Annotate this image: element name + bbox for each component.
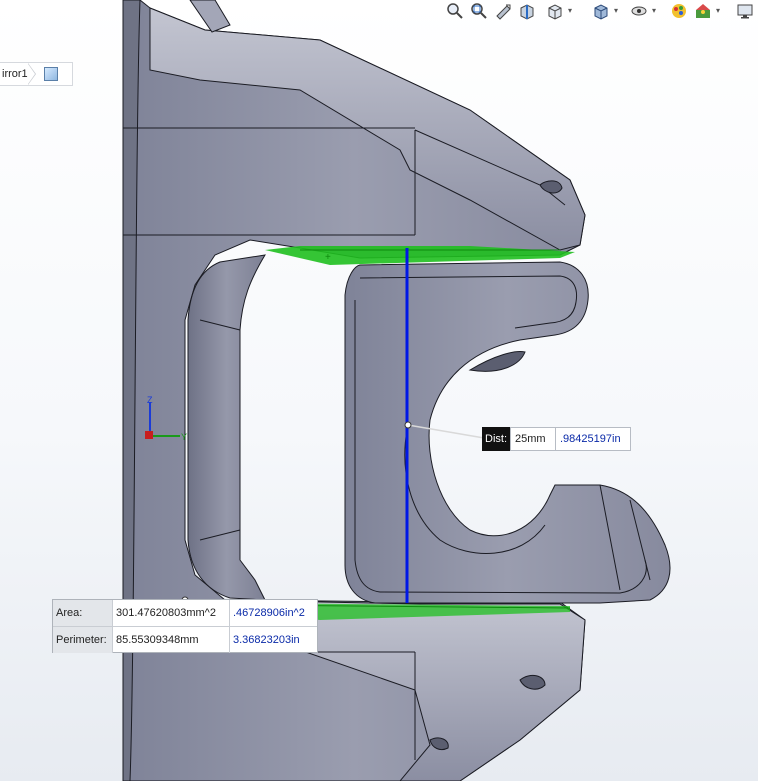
dist-value-mm: 25mm bbox=[510, 427, 556, 451]
perimeter-value-in: 3.36823203in bbox=[233, 634, 300, 646]
perimeter-label: Perimeter: bbox=[53, 627, 113, 653]
display-style-icon[interactable] bbox=[590, 0, 612, 22]
view-settings-icon[interactable] bbox=[734, 0, 756, 22]
distance-callout: Dist: 25mm .98425197in bbox=[482, 427, 631, 451]
edit-appearance-icon[interactable] bbox=[668, 0, 690, 22]
dist-label: Dist: bbox=[482, 427, 510, 451]
breadcrumb-feature-label[interactable]: irror1 bbox=[0, 68, 28, 80]
previous-view-icon[interactable] bbox=[492, 0, 514, 22]
dist-value-in: .98425197in bbox=[556, 427, 631, 451]
section-view-icon[interactable] bbox=[516, 0, 538, 22]
perimeter-row: Perimeter: 85.55309348mm 3.36823203in bbox=[53, 626, 317, 653]
left-slot bbox=[187, 254, 266, 601]
part-icon[interactable] bbox=[43, 67, 58, 81]
svg-text:+: + bbox=[325, 252, 331, 263]
display-style-caret-icon[interactable]: ▾ bbox=[612, 5, 620, 17]
zoom-to-area-icon[interactable] bbox=[468, 0, 490, 22]
hide-show-items-icon[interactable] bbox=[628, 0, 650, 22]
graphics-area[interactable]: + Z Y bbox=[0, 0, 758, 781]
heads-up-view-toolbar: ▾ ▾ ▾ ▾ bbox=[440, 0, 758, 22]
breadcrumb-separator-icon bbox=[27, 63, 38, 85]
area-value-mm: 301.47620803mm^2 bbox=[113, 600, 230, 626]
view-orientation-caret-icon[interactable]: ▾ bbox=[566, 5, 574, 17]
model-view[interactable]: + Z Y bbox=[0, 0, 758, 781]
perimeter-value-mm: 85.55309348mm bbox=[113, 627, 230, 653]
area-label: Area: bbox=[53, 600, 113, 626]
apply-scene-icon[interactable] bbox=[692, 0, 714, 22]
area-row: Area: 301.47620803mm^2 .46728906in^2 bbox=[53, 600, 317, 626]
triad-y-label: Y bbox=[181, 432, 187, 442]
view-orientation-icon[interactable] bbox=[544, 0, 566, 22]
apply-scene-caret-icon[interactable]: ▾ bbox=[714, 5, 722, 17]
measure-results-callout: Area: 301.47620803mm^2 .46728906in^2 Per… bbox=[52, 599, 318, 653]
area-value-in: .46728906in^2 bbox=[233, 607, 305, 619]
hide-show-caret-icon[interactable]: ▾ bbox=[650, 5, 658, 17]
feature-breadcrumb[interactable]: irror1 bbox=[0, 62, 73, 86]
zoom-to-fit-icon[interactable] bbox=[444, 0, 466, 22]
triad-z-label: Z bbox=[147, 395, 153, 405]
